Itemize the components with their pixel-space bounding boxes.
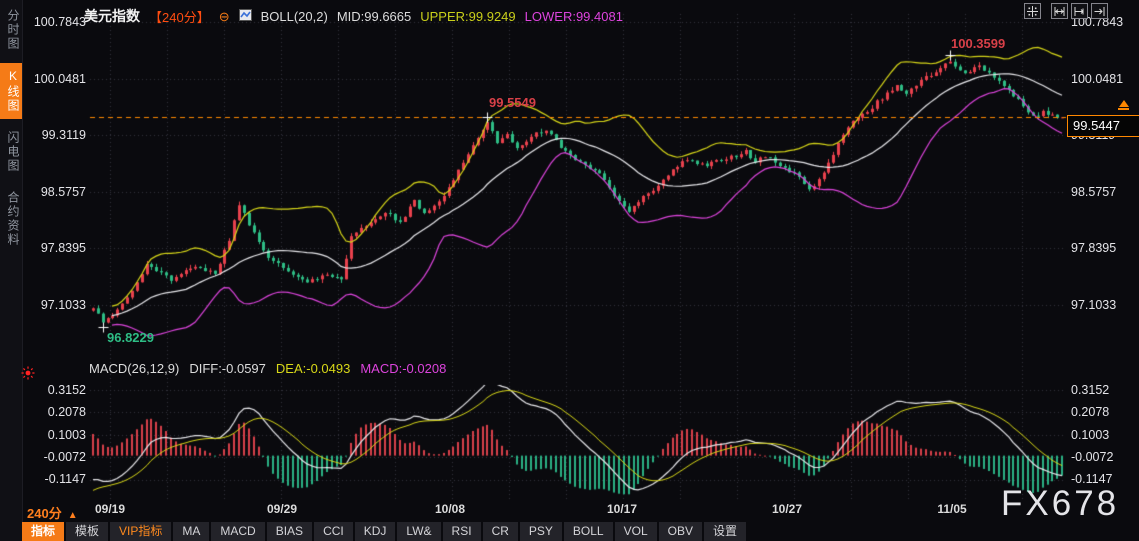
macd-params: MACD(26,12,9): [89, 361, 180, 376]
swing-low-label: 96.8229: [107, 330, 154, 345]
macd-axis-label: -0.0072: [43, 450, 86, 464]
toolbar-item-bias[interactable]: BIAS: [266, 522, 313, 541]
pan-right-icon[interactable]: [1091, 3, 1108, 19]
toolbar-item-vol[interactable]: VOL: [614, 522, 657, 541]
period-selector[interactable]: 240分 ▲: [27, 503, 78, 522]
x-axis-date: 10/08: [434, 502, 466, 516]
collapse-icon[interactable]: ⊖: [219, 10, 230, 23]
y-axis-label: 97.8395: [40, 241, 86, 255]
toolbar-item-cr[interactable]: CR: [482, 522, 518, 541]
x-axis-date: 11/05: [937, 502, 967, 516]
toolbar-item-boll[interactable]: BOLL: [563, 522, 613, 541]
swing-high-label: 100.3599: [951, 36, 1006, 51]
sidebar-item-time-chart[interactable]: 分时图: [0, 3, 22, 57]
last-price-box: 99.5447: [1067, 115, 1139, 137]
sidebar-item-contract-info[interactable]: 合约资料: [0, 185, 22, 253]
macd-axis-label: 0.1003: [1071, 428, 1110, 442]
y-axis-label: 97.1033: [1071, 298, 1117, 312]
boll-params: BOLL(20,2): [260, 8, 328, 24]
toolbar-item-lwr[interactable]: LW&: [397, 522, 441, 541]
boll-lower-value: LOWER:99.4081: [524, 8, 623, 24]
toolbar-item-vip-indicator[interactable]: VIP指标: [110, 522, 172, 541]
macd-dea-value: DEA:-0.0493: [275, 361, 351, 376]
x-axis-date: 10/27: [771, 502, 803, 516]
macd-axis-label: 0.2078: [47, 405, 86, 419]
instrument-name: 美元指数: [84, 8, 140, 24]
toolbar-item-ma[interactable]: MA: [173, 522, 210, 541]
y-axis-label: 98.5757: [1071, 185, 1117, 199]
toolbar-item-cci[interactable]: CCI: [314, 522, 353, 541]
indicator-toolbar: 指标 模板 VIP指标 MA MACD BIAS CCI KDJ LW& RSI…: [22, 522, 746, 541]
macd-axis-label: -0.0072: [1071, 450, 1114, 464]
sidebar: 分时图 K线图 闪电图 合约资料: [0, 0, 23, 541]
macd-hist-value: MACD:-0.0208: [360, 361, 447, 376]
y-axis-label: 100.0481: [33, 72, 86, 86]
indicator-alert-icon[interactable]: [21, 366, 35, 380]
period-selector-label: 240分: [27, 506, 62, 521]
x-axis-date: 10/17: [606, 502, 638, 516]
macd-header: MACD(26,12,9) DIFF:-0.0597 DEA:-0.0493 M…: [89, 361, 446, 376]
y-axis-label: 100.0481: [1071, 72, 1124, 86]
toolbar-item-rsi[interactable]: RSI: [442, 522, 481, 541]
price-chart-canvas[interactable]: [0, 0, 1139, 541]
chart-type-icon[interactable]: [238, 8, 252, 24]
boll-mid-value: MID:99.6665: [336, 8, 412, 24]
x-axis-date: 09/29: [266, 502, 298, 516]
compress-horizontal-icon[interactable]: [1051, 3, 1068, 19]
sidebar-item-kline-chart[interactable]: K线图: [0, 63, 22, 119]
toolbar-item-macd[interactable]: MACD: [211, 522, 265, 541]
toolbar-item-obv[interactable]: OBV: [658, 522, 702, 541]
toolbar-item-indicator[interactable]: 指标: [22, 522, 65, 541]
sidebar-item-flash-chart[interactable]: 闪电图: [0, 125, 22, 179]
jump-to-latest-icon[interactable]: [1117, 100, 1130, 110]
toolbar-item-kdj[interactable]: KDJ: [354, 522, 396, 541]
y-axis-label: 97.1033: [40, 298, 86, 312]
chart-toolbar-top-right: [1024, 3, 1111, 19]
boll-upper-value: UPPER:99.9249: [420, 8, 516, 24]
macd-axis-label: 0.3152: [47, 383, 86, 397]
swing-high-label: 99.5549: [489, 95, 536, 110]
y-axis-label: 100.7843: [33, 15, 86, 29]
chart-header: 美元指数 【240分】 ⊖ BOLL(20,2) MID:99.6665 UPP…: [84, 6, 623, 26]
chart-app-window: 分时图 K线图 闪电图 合约资料 美元指数 【240分】 ⊖ BOLL(20,2…: [0, 0, 1139, 541]
x-axis-date: 09/19: [94, 502, 126, 516]
crosshair-icon[interactable]: [1024, 3, 1041, 19]
triangle-up-icon: ▲: [67, 510, 78, 521]
y-axis-label: 97.8395: [1071, 241, 1117, 255]
toolbar-item-psy[interactable]: PSY: [519, 522, 562, 541]
macd-axis-label: 0.3152: [1071, 383, 1110, 397]
macd-diff-value: DIFF:-0.0597: [189, 361, 266, 376]
expand-horizontal-icon[interactable]: [1071, 3, 1088, 19]
macd-axis-label: 0.1003: [47, 428, 86, 442]
macd-axis-label: -0.1147: [44, 472, 86, 486]
y-axis-label: 99.3119: [41, 128, 86, 142]
toolbar-item-template[interactable]: 模板: [66, 522, 109, 541]
period-label: 【240分】: [149, 9, 210, 25]
toolbar-item-settings[interactable]: 设置: [703, 522, 746, 541]
brand-watermark: FX678: [1001, 484, 1120, 523]
y-axis-label: 98.5757: [40, 185, 86, 199]
macd-axis-label: 0.2078: [1071, 405, 1110, 419]
